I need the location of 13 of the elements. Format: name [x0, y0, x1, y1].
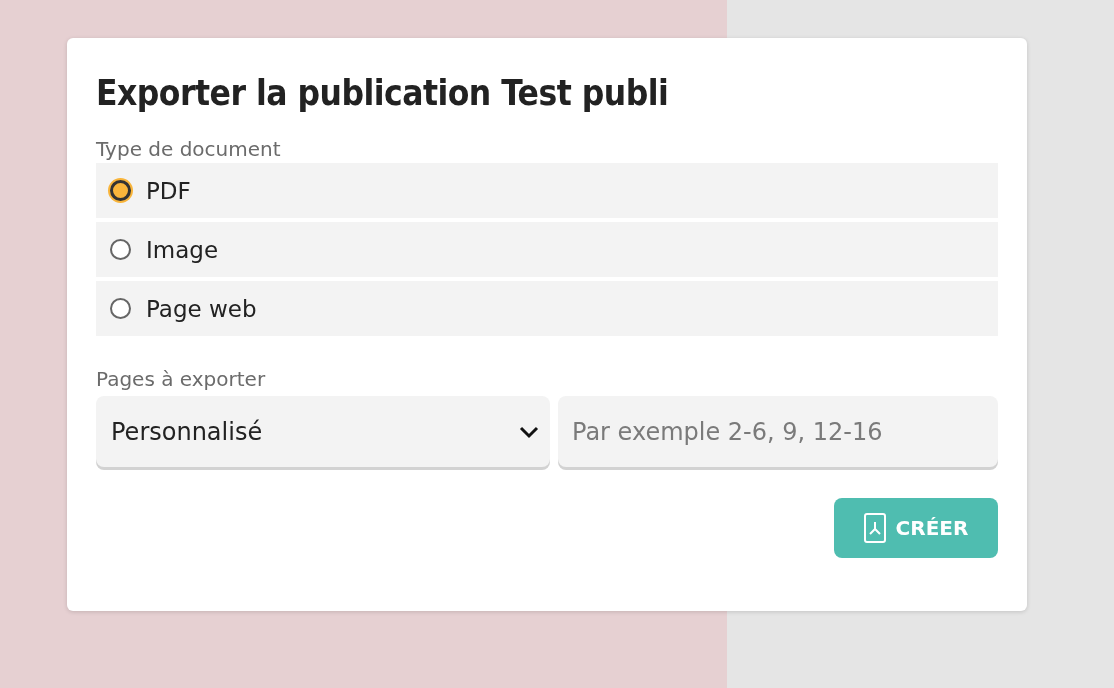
radio-button[interactable]	[110, 239, 131, 260]
page-range-field[interactable]: Par exemple 2-6, 9, 12-16	[558, 396, 998, 467]
radio-option[interactable]: Image	[96, 222, 998, 277]
chevron-down-icon	[518, 424, 540, 439]
dialog-title: Exporter la publication Test publi	[96, 72, 670, 115]
radio-button[interactable]	[110, 180, 131, 201]
pages-dropdown[interactable]: Personnalisé	[96, 396, 550, 467]
radio-option[interactable]: Page web	[96, 281, 998, 336]
section-label: Type de document	[96, 136, 282, 163]
radio-option[interactable]: PDF	[96, 163, 998, 218]
pdf-file-icon	[863, 513, 886, 543]
radio-button[interactable]	[110, 298, 131, 319]
section-label: Pages à exporter	[96, 366, 267, 393]
